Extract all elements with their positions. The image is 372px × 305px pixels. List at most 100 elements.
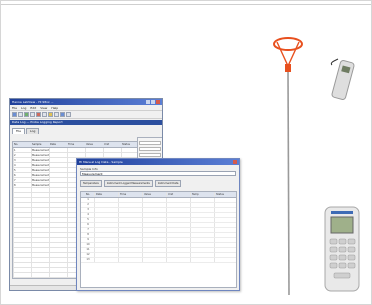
graph-icon[interactable] [48,112,53,117]
tab-log[interactable]: Log [26,128,40,134]
close-button[interactable] [156,100,160,104]
dialog-close-button[interactable] [233,160,237,164]
minimize-button[interactable] [146,100,150,104]
table-cell [95,248,119,252]
log-subtitle-bar: Data Log — Probe Logging Report [10,120,162,125]
main-toolbar [10,111,162,119]
table-cell [143,223,167,227]
stop-icon[interactable] [36,112,41,117]
column-header[interactable]: Sample [31,142,49,147]
help-icon[interactable] [66,112,71,117]
table-cell [119,203,143,207]
table-cell [167,243,191,247]
table-cell [95,203,119,207]
table-cell: 13 [81,258,95,262]
maximize-button[interactable] [151,100,155,104]
save-icon[interactable] [18,112,23,117]
copy-icon[interactable] [42,112,47,117]
table-cell [167,218,191,222]
menu-view[interactable]: View [40,106,47,110]
option-field[interactable] [139,153,161,157]
table-cell [191,213,215,217]
table-cell [119,218,143,222]
table-cell [143,238,167,242]
column-header[interactable]: No. [13,142,31,147]
table-cell: 5 [81,218,95,222]
table-cell [119,258,143,262]
table-cell: 7 [81,228,95,232]
table-cell [215,238,236,242]
table-row[interactable]: 13 [81,258,236,263]
download-icon[interactable] [60,112,65,117]
table-cell [95,223,119,227]
main-window-title: Hanna LabView - HI 98xx ... [12,100,54,104]
column-header[interactable]: No. [81,192,95,197]
temperature-button[interactable]: Temperature [80,180,102,187]
menu-log[interactable]: Log [21,106,26,110]
table-cell [95,253,119,257]
column-header[interactable]: Unit [103,142,121,147]
dialog-grid-body: 1 2 3 4 5 6 7 8 9 10 11 12 13 [81,198,236,263]
table-cell [143,198,167,202]
sampling-probe [273,37,303,296]
menu-file[interactable]: File [12,106,17,110]
table-cell [95,213,119,217]
column-header[interactable]: Status [215,192,236,197]
table-cell [215,233,236,237]
table-cell [119,243,143,247]
table-cell: 6 [81,223,95,227]
logged-measurements-button[interactable]: Instrument Logged Measurements [103,180,153,187]
table-cell [95,258,119,262]
table-cell [119,248,143,252]
table-cell [191,253,215,257]
option-field[interactable] [139,147,161,151]
table-cell [95,243,119,247]
table-cell [143,233,167,237]
menu-edit[interactable]: Edit [30,106,36,110]
table-cell [95,198,119,202]
table-cell [119,208,143,212]
table-cell [167,233,191,237]
sample-info-field[interactable]: Measurement [80,171,236,176]
table-cell [191,208,215,212]
column-header[interactable]: Temp [191,192,215,197]
table-cell [143,218,167,222]
table-cell [167,213,191,217]
column-header[interactable]: Value [85,142,103,147]
instrument-data-button[interactable]: Instrument Data [154,180,182,187]
connect-icon[interactable] [24,112,29,117]
column-header[interactable]: Value [143,192,167,197]
table-cell [215,213,236,217]
table-cell [215,208,236,212]
table-cell [215,223,236,227]
table-cell [143,203,167,207]
open-icon[interactable] [12,112,17,117]
column-header[interactable]: Date [49,142,67,147]
menu-help[interactable]: Help [51,106,58,110]
table-cell [143,258,167,262]
table-cell [167,248,191,252]
column-header[interactable]: Date [95,192,119,197]
meter-display-icon [330,216,354,234]
table-cell: 12 [81,253,95,257]
table-cell: 9 [81,238,95,242]
table-cell [119,228,143,232]
table-cell [191,203,215,207]
print-icon[interactable] [30,112,35,117]
option-field[interactable] [139,141,161,145]
column-header[interactable]: Time [119,192,143,197]
table-cell: 3 [81,208,95,212]
table-cell [119,238,143,242]
table-cell [143,243,167,247]
table-cell [95,228,119,232]
column-header[interactable]: Time [67,142,85,147]
column-header[interactable]: Unit [167,192,191,197]
tab-file[interactable]: File [12,128,26,134]
table-cell [215,248,236,252]
table-cell [191,223,215,227]
table-cell [143,228,167,232]
settings-icon[interactable] [54,112,59,117]
table-cell [167,238,191,242]
table-cell: 1 [81,198,95,202]
table-cell [215,203,236,207]
